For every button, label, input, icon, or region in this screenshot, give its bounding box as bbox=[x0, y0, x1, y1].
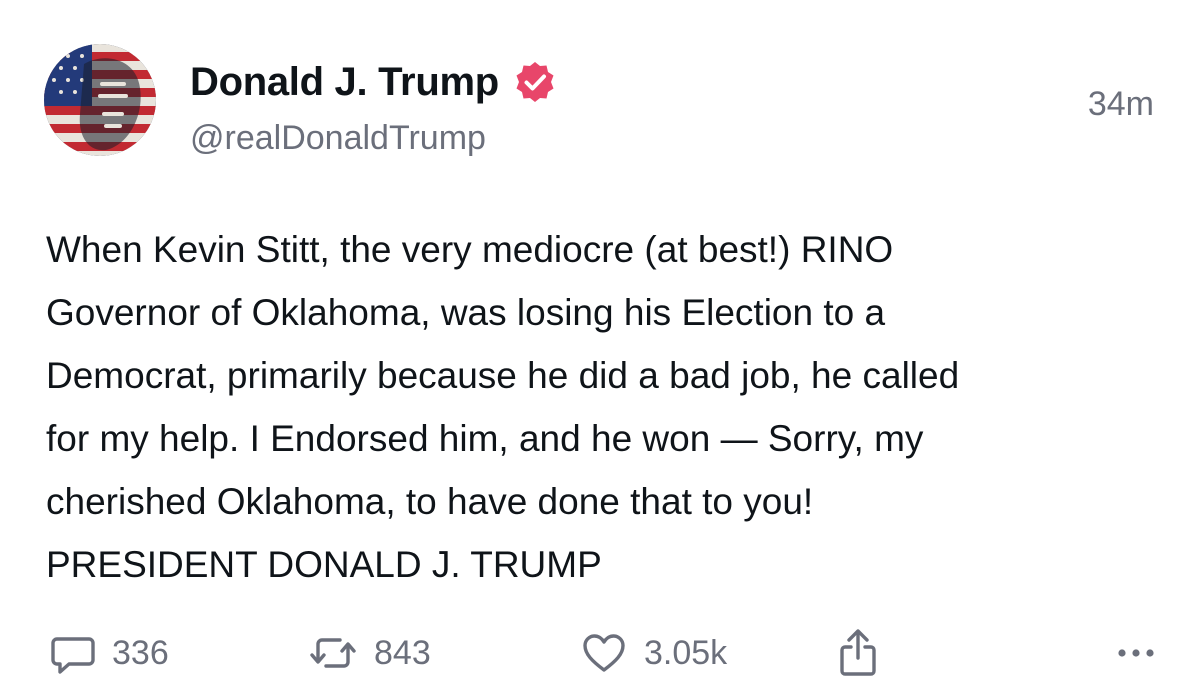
reply-count: 336 bbox=[112, 634, 169, 672]
more-options-button[interactable] bbox=[1116, 628, 1156, 678]
author-name-row: Donald J. Trump bbox=[190, 58, 557, 106]
post-body: When Kevin Stitt, the very mediocre (at … bbox=[46, 229, 960, 585]
reply-icon bbox=[50, 630, 96, 676]
repost-button[interactable]: 843 bbox=[308, 628, 431, 678]
verified-badge-icon bbox=[513, 60, 557, 104]
more-icon bbox=[1116, 643, 1156, 663]
reply-button[interactable]: 336 bbox=[50, 628, 169, 678]
like-button[interactable]: 3.05k bbox=[580, 628, 727, 678]
author-avatar[interactable] bbox=[44, 44, 156, 156]
like-count: 3.05k bbox=[644, 634, 728, 672]
truth-post: Donald J. Trump @realDonaldTrump 34m Whe… bbox=[0, 0, 1200, 700]
post-actions-bar: 336 843 3.05k bbox=[46, 628, 1156, 678]
share-icon bbox=[836, 628, 880, 678]
post-timestamp[interactable]: 34m bbox=[1088, 84, 1154, 124]
flag-portrait-avatar-icon bbox=[44, 44, 156, 156]
repost-icon bbox=[308, 630, 358, 676]
repost-count: 843 bbox=[374, 634, 431, 672]
share-button[interactable] bbox=[836, 628, 880, 678]
author-display-name[interactable]: Donald J. Trump bbox=[190, 58, 499, 106]
heart-icon bbox=[580, 630, 628, 676]
author-handle[interactable]: @realDonaldTrump bbox=[190, 116, 486, 160]
